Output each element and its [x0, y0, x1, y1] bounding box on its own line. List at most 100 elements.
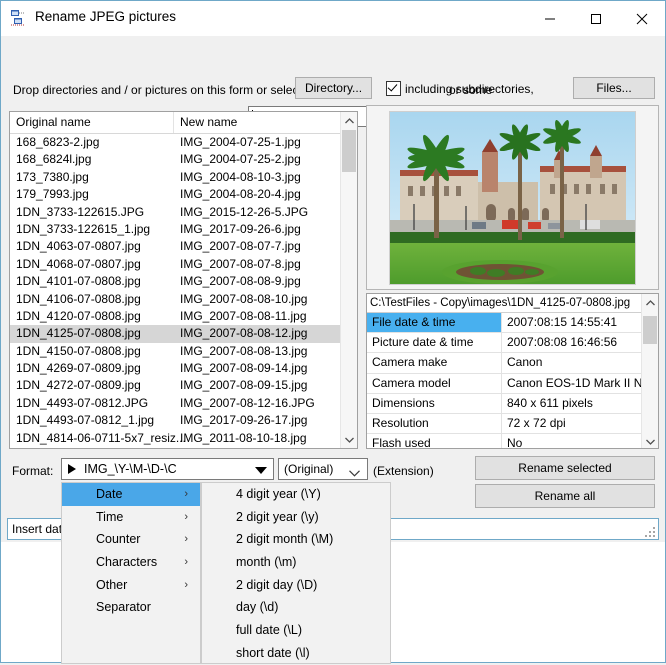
exif-row[interactable]: Resolution 72 x 72 dpi	[367, 413, 658, 435]
column-header-original-name[interactable]: Original name	[16, 115, 91, 129]
submenu-item-label: 2 digit month (\M)	[236, 532, 334, 547]
original-name-cell: 1DN_4269-07-0809.jpg	[16, 361, 141, 376]
exif-value: No	[507, 436, 523, 449]
original-name-cell: 168_6823-2.jpg	[16, 135, 100, 149]
exif-scroll-down-icon[interactable]	[642, 433, 658, 448]
format-context-menu[interactable]: Date › Time › Counter › Characters › Other › Separ…	[61, 482, 201, 664]
table-row[interactable]: 1DN_4269-07-0809.jpg IMG_2007-08-09-14.jp…	[10, 360, 357, 377]
submenu-item[interactable]: 4 digit year (\Y)	[202, 483, 390, 506]
new-name-cell: IMG_2015-12-26-5.JPG	[180, 204, 309, 219]
submenu-item[interactable]: day (\d)	[202, 596, 390, 619]
exif-key: Dimensions	[372, 395, 435, 410]
submenu-item[interactable]: short date (\l)	[202, 642, 390, 665]
table-row[interactable]: 168_6823-2.jpg IMG_2004-07-25-1.jpg	[10, 134, 357, 151]
submenu-item[interactable]: month (\m)	[202, 551, 390, 574]
chevron-right-icon: ›	[184, 488, 188, 500]
menu-item[interactable]: Other ›	[62, 574, 200, 597]
format-combobox[interactable]: IMG_\Y-\M-\D-\C	[61, 458, 274, 480]
table-row[interactable]: 179_7993.jpg IMG_2004-08-20-4.jpg	[10, 186, 357, 203]
exif-row[interactable]: Camera make Canon	[367, 353, 658, 374]
table-row[interactable]: 1DN_4101-07-0808.jpg IMG_2007-08-08-9.jpg	[10, 273, 357, 290]
directory-button[interactable]: Directory...	[295, 77, 372, 99]
submenu-item-label: 2 digit day (\D)	[236, 577, 318, 592]
file-list-scrollbar[interactable]	[340, 112, 357, 448]
exif-scrollbar[interactable]	[641, 294, 658, 448]
file-list[interactable]: Original name New name 168_6823-2.jpg IMG…	[9, 111, 358, 449]
table-row[interactable]: 1DN_4814-06-0711-5x7_resiz... IMG_2011-08…	[10, 430, 357, 447]
table-row[interactable]: 1DN_3733-122615_1.jpg IMG_2017-09-26-6.jp…	[10, 221, 357, 238]
new-name-cell: IMG_2007-08-07-7.jpg	[180, 239, 301, 254]
table-row[interactable]: 173_7380.jpg IMG_2004-08-10-3.jpg	[10, 169, 357, 186]
exif-key: Camera model	[372, 375, 451, 390]
submenu-item[interactable]: 2 digit month (\M)	[202, 528, 390, 551]
exif-scroll-up-icon[interactable]	[642, 294, 658, 311]
table-row[interactable]: 1DN_4106-07-0808.jpg IMG_2007-08-08-10.jp…	[10, 291, 357, 308]
new-name-cell: IMG_2007-08-07-8.jpg	[180, 256, 301, 271]
exif-column-divider	[501, 373, 502, 393]
exif-scrollbar-thumb[interactable]	[643, 316, 657, 344]
table-row[interactable]: 1DN_4063-07-0807.jpg IMG_2007-08-07-7.jpg	[10, 238, 357, 255]
original-name-cell: 1DN_4125-07-0808.jpg	[16, 326, 141, 341]
table-row[interactable]: 1DN_4493-07-0812_1.jpg IMG_2017-09-26-17.…	[10, 412, 357, 429]
insert-field-icon[interactable]	[68, 464, 76, 474]
menu-item[interactable]: Counter ›	[62, 528, 200, 551]
exif-row[interactable]: Dimensions 840 x 611 pixels	[367, 393, 658, 414]
menu-item-label: Characters	[96, 555, 158, 570]
rename-all-button[interactable]: Rename all	[475, 484, 655, 508]
table-row[interactable]: 1DN_4150-07-0808.jpg IMG_2007-08-08-13.jp…	[10, 343, 357, 360]
menu-item[interactable]: Characters ›	[62, 551, 200, 574]
chevron-down-icon[interactable]	[255, 467, 267, 474]
new-name-cell: IMG_2007-08-08-9.jpg	[180, 274, 301, 289]
extension-combobox[interactable]: (Original)	[278, 458, 368, 480]
exif-column-divider	[501, 333, 502, 353]
exif-value: 2007:08:15 14:55:41	[507, 315, 618, 329]
menu-item[interactable]: Time ›	[62, 506, 200, 529]
table-row[interactable]: 1DN_4272-07-0809.jpg IMG_2007-08-09-15.jp…	[10, 377, 357, 394]
table-row[interactable]: 168_6824l.jpg IMG_2004-07-25-2.jpg	[10, 151, 357, 168]
original-name-cell: 1DN_4493-07-0812_1.jpg	[16, 413, 155, 428]
files-button[interactable]: Files...	[573, 77, 655, 99]
new-name-cell: IMG_2007-08-08-13.jpg	[180, 343, 308, 358]
menu-item[interactable]: Date ›	[62, 483, 200, 506]
table-row[interactable]: 1DN_4120-07-0808.jpg IMG_2007-08-08-11.jp…	[10, 308, 357, 325]
table-row[interactable]: 1DN_4125-07-0808.jpg IMG_2007-08-08-12.jp…	[10, 325, 357, 343]
table-row[interactable]: 1DN_4068-07-0807.jpg IMG_2007-08-07-8.jpg	[10, 256, 357, 273]
exif-properties-panel[interactable]: C:\TestFiles - Copy\images\1DN_4125-07-0…	[366, 293, 659, 449]
resize-grip-icon[interactable]	[643, 525, 655, 537]
new-name-cell: IMG_2004-07-25-2.jpg	[180, 152, 301, 167]
maximize-button[interactable]	[573, 1, 619, 36]
scrollbar-thumb[interactable]	[342, 130, 356, 172]
menu-item-label: Date	[96, 487, 123, 501]
table-row[interactable]: 1DN_4493-07-0812.JPG IMG_2007-08-12-16.JP…	[10, 395, 357, 412]
submenu-item[interactable]: 2 digit year (\y)	[202, 506, 390, 529]
column-divider[interactable]	[173, 112, 174, 133]
chevron-right-icon: ›	[184, 578, 188, 591]
close-button[interactable]	[619, 1, 665, 36]
date-submenu[interactable]: 4 digit year (\Y) 2 digit year (\y) 2 digi…	[201, 482, 391, 664]
original-name-cell: 173_7380.jpg	[16, 169, 89, 184]
exif-value: 2007:08:08 16:46:56	[507, 335, 618, 350]
new-name-cell: IMG_2004-08-20-4.jpg	[180, 187, 301, 202]
exif-key: File date & time	[367, 313, 501, 333]
column-header-new-name[interactable]: New name	[180, 115, 237, 129]
scroll-down-icon[interactable]	[341, 431, 357, 448]
format-label: Format:	[12, 464, 54, 478]
scroll-up-icon[interactable]	[341, 112, 357, 129]
table-row[interactable]: 1DN_3733-122615.JPG IMG_2015-12-26-5.JPG	[10, 204, 357, 221]
exif-column-divider	[501, 393, 502, 413]
exif-row[interactable]: Picture date & time 2007:08:08 16:46:56	[367, 333, 658, 354]
minimize-button[interactable]	[527, 1, 573, 36]
submenu-item[interactable]: full date (\L)	[202, 619, 390, 642]
exif-row[interactable]: Camera model Canon EOS-1D Mark II N	[367, 373, 658, 394]
exif-row[interactable]: Flash used No	[367, 434, 658, 449]
preview-photo	[389, 110, 636, 285]
menu-item[interactable]: Separator	[62, 596, 200, 619]
chevron-down-icon-extension[interactable]	[349, 466, 360, 480]
submenu-item-label: full date (\L)	[236, 623, 303, 638]
rename-selected-button[interactable]: Rename selected	[475, 456, 655, 480]
toolbar: Drop directories and / or pictures on th…	[1, 36, 665, 127]
submenu-item[interactable]: 2 digit day (\D)	[202, 574, 390, 597]
title-bar: Rename JPEG pictures	[1, 1, 665, 36]
exif-row[interactable]: File date & time 2007:08:15 14:55:41	[367, 313, 658, 334]
image-preview-panel	[366, 105, 659, 290]
